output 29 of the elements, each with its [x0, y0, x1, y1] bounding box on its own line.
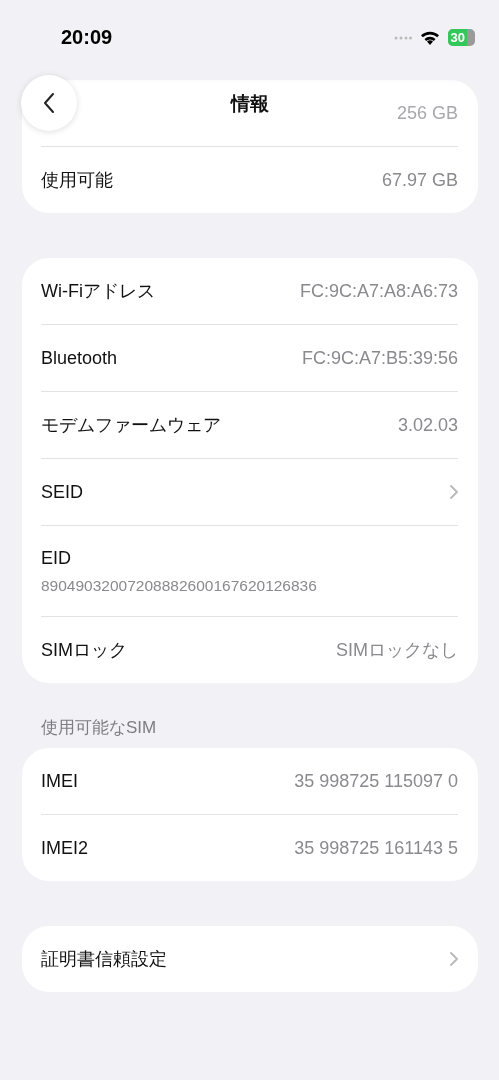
chevron-left-icon: [43, 92, 55, 114]
section-header: 使用可能なSIM: [41, 718, 157, 737]
row-value: 67.97 GB: [381, 169, 458, 191]
back-button[interactable]: [21, 75, 77, 131]
status-time: 20:09: [61, 26, 113, 49]
chevron-right-icon: [450, 485, 458, 499]
row-value: FC:9C:A7:A8:A6:73: [299, 280, 458, 302]
settings-row[interactable]: 証明書信頼設定: [41, 926, 458, 992]
row-label: 使用可能: [41, 169, 114, 192]
row-label: Wi-Fiアドレス: [41, 280, 156, 303]
chevron-right-icon: [450, 952, 458, 966]
nav-title: 情報: [230, 92, 269, 116]
row-value: 256 GB: [396, 102, 458, 124]
wifi-icon: [419, 30, 440, 45]
no-signal-icon: [393, 35, 412, 40]
row-value: FC:9C:A7:B5:39:56: [301, 347, 458, 369]
battery-indicator: 30: [447, 29, 475, 46]
row-label: IMEI2: [41, 837, 89, 859]
row-value: 35 998725 161143 5: [294, 837, 458, 859]
row-value: SIMロックなし: [336, 639, 458, 662]
settings-row[interactable]: SEID: [41, 458, 458, 525]
row-label: モデムファームウェア: [41, 414, 222, 437]
row-label: SIMロック: [41, 639, 128, 662]
row-value: 3.02.03: [397, 414, 458, 436]
row-label: IMEI: [41, 770, 79, 792]
row-label: Bluetooth: [41, 347, 119, 369]
row-value: 35 998725 115097 0: [294, 770, 458, 792]
row-label: EID: [41, 547, 71, 569]
row-value: 89049032007208882600167620126836: [41, 576, 317, 595]
